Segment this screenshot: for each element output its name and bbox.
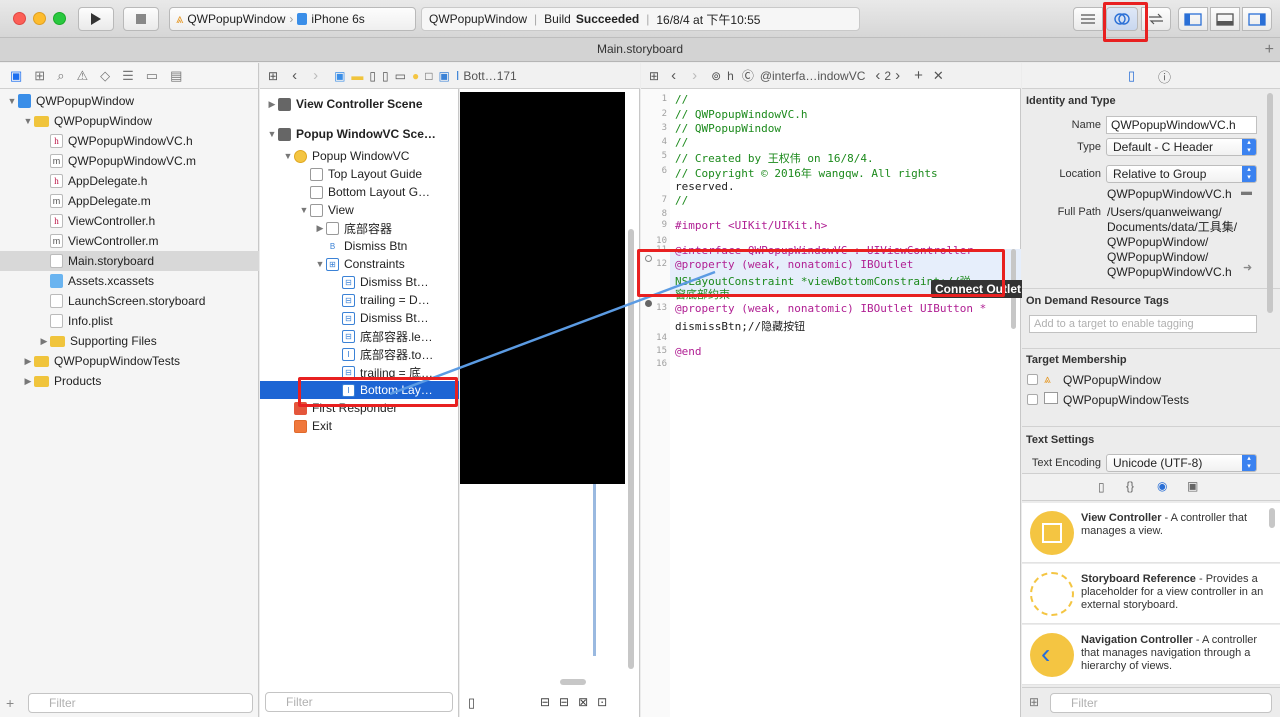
- type-label: Type: [1077, 141, 1101, 153]
- fullpath-line: QWPopupWindow/: [1107, 250, 1209, 264]
- help-icon[interactable]: ⓘ: [1158, 67, 1171, 86]
- library-filter-bar: ⊞ Filter: [1022, 687, 1280, 717]
- name-field[interactable]: QWPopupWindowVC.h: [1106, 116, 1257, 134]
- assistant-button-highlight: [1103, 2, 1148, 42]
- odr-tags-field[interactable]: Add to a target to enable tagging: [1029, 315, 1257, 333]
- library-scrollbar[interactable]: [1269, 508, 1275, 528]
- encoding-popup[interactable]: Unicode (UTF-8) ▴ ▾: [1106, 454, 1257, 472]
- popup-arrow-icon: ▴ ▾: [1242, 139, 1256, 155]
- reveal-in-finder-icon[interactable]: ➜: [1243, 261, 1252, 274]
- type-value: Default - C Header: [1113, 140, 1214, 154]
- fullpath-line: QWPopupWindowVC.h: [1107, 265, 1232, 279]
- text-settings-title: Text Settings: [1026, 434, 1095, 446]
- test-target-icon: [1044, 392, 1058, 404]
- app-target-icon: ⩓: [1044, 372, 1051, 386]
- outline-selection-highlight: [298, 377, 458, 407]
- property-line-highlight: [637, 249, 1005, 297]
- library-item-text: Storyboard Reference - Provides a placeh…: [1081, 573, 1271, 612]
- target-checkbox[interactable]: [1027, 374, 1038, 385]
- library-item-text: Navigation Controller - A controller tha…: [1081, 634, 1271, 673]
- file-template-icon[interactable]: ▯: [1098, 480, 1105, 494]
- object-library-icon[interactable]: ◉: [1157, 479, 1167, 493]
- location-value: Relative to Group: [1113, 167, 1207, 181]
- xcode-window: ⩓ QWPopupWindow › iPhone 6s QWPopupWindo…: [0, 0, 1280, 717]
- inspector-selector-bar: ▯ ⓘ: [1022, 63, 1280, 89]
- utilities-pane: ▯ ⓘ Identity and Type Name QWPopupWindow…: [1022, 63, 1280, 717]
- grid-view-icon[interactable]: ⊞: [1029, 695, 1039, 709]
- file-inspector-icon[interactable]: ▯: [1128, 68, 1135, 84]
- fullpath-label: Full Path: [1057, 206, 1101, 218]
- library-item-name: Storyboard Reference: [1081, 573, 1196, 585]
- library-item-name: View Controller: [1081, 512, 1162, 524]
- library-item[interactable]: Storyboard Reference - Provides a placeh…: [1022, 564, 1280, 624]
- inspector-scrollbar[interactable]: [1267, 93, 1273, 313]
- library-item-name: Navigation Controller: [1081, 634, 1193, 646]
- section-divider: [1022, 288, 1280, 289]
- identity-section-title: Identity and Type: [1026, 95, 1116, 107]
- fullpath-line: /Users/quanweiwang/: [1107, 205, 1222, 219]
- view-controller-icon: [1030, 511, 1074, 555]
- code-snippet-icon[interactable]: {}: [1126, 479, 1134, 493]
- target-name: QWPopupWindowTests: [1063, 393, 1190, 407]
- location-label: Location: [1059, 168, 1101, 180]
- popup-arrow-icon: ▴ ▾: [1242, 455, 1256, 471]
- filter-placeholder: Filter: [1071, 696, 1098, 710]
- target-section-title: Target Membership: [1026, 354, 1127, 366]
- section-divider: [1022, 348, 1280, 349]
- type-popup[interactable]: Default - C Header ▴ ▾: [1106, 138, 1257, 156]
- popup-arrow-icon: ▴ ▾: [1242, 166, 1256, 182]
- choose-location-folder-icon[interactable]: ▬: [1241, 186, 1252, 198]
- fullpath-value: /Users/quanweiwang/ Documents/data/工具集/ …: [1107, 205, 1237, 280]
- media-library-icon[interactable]: ▣: [1187, 479, 1198, 493]
- encoding-value: Unicode (UTF-8): [1113, 456, 1203, 470]
- library-item[interactable]: ‹ Navigation Controller - A controller t…: [1022, 625, 1280, 685]
- section-divider: [1022, 426, 1280, 427]
- location-file: QWPopupWindowVC.h: [1107, 187, 1232, 201]
- library-selector-bar: ▯ {} ◉ ▣: [1022, 473, 1280, 501]
- target-name: QWPopupWindow: [1063, 373, 1162, 387]
- odr-section-title: On Demand Resource Tags: [1026, 295, 1169, 307]
- navigation-controller-icon: ‹: [1030, 633, 1074, 677]
- fullpath-line: QWPopupWindow/: [1107, 235, 1209, 249]
- library-filter-input[interactable]: Filter: [1050, 693, 1272, 713]
- location-popup[interactable]: Relative to Group ▴ ▾: [1106, 165, 1257, 183]
- storyboard-reference-icon: [1030, 572, 1074, 616]
- encoding-label: Text Encoding: [1031, 457, 1101, 469]
- name-label: Name: [1071, 119, 1101, 131]
- library-item-text: View Controller - A controller that mana…: [1081, 512, 1271, 538]
- target-checkbox[interactable]: [1027, 394, 1038, 405]
- fullpath-line: Documents/data/工具集/: [1107, 220, 1238, 234]
- library-item[interactable]: View Controller - A controller that mana…: [1022, 503, 1280, 563]
